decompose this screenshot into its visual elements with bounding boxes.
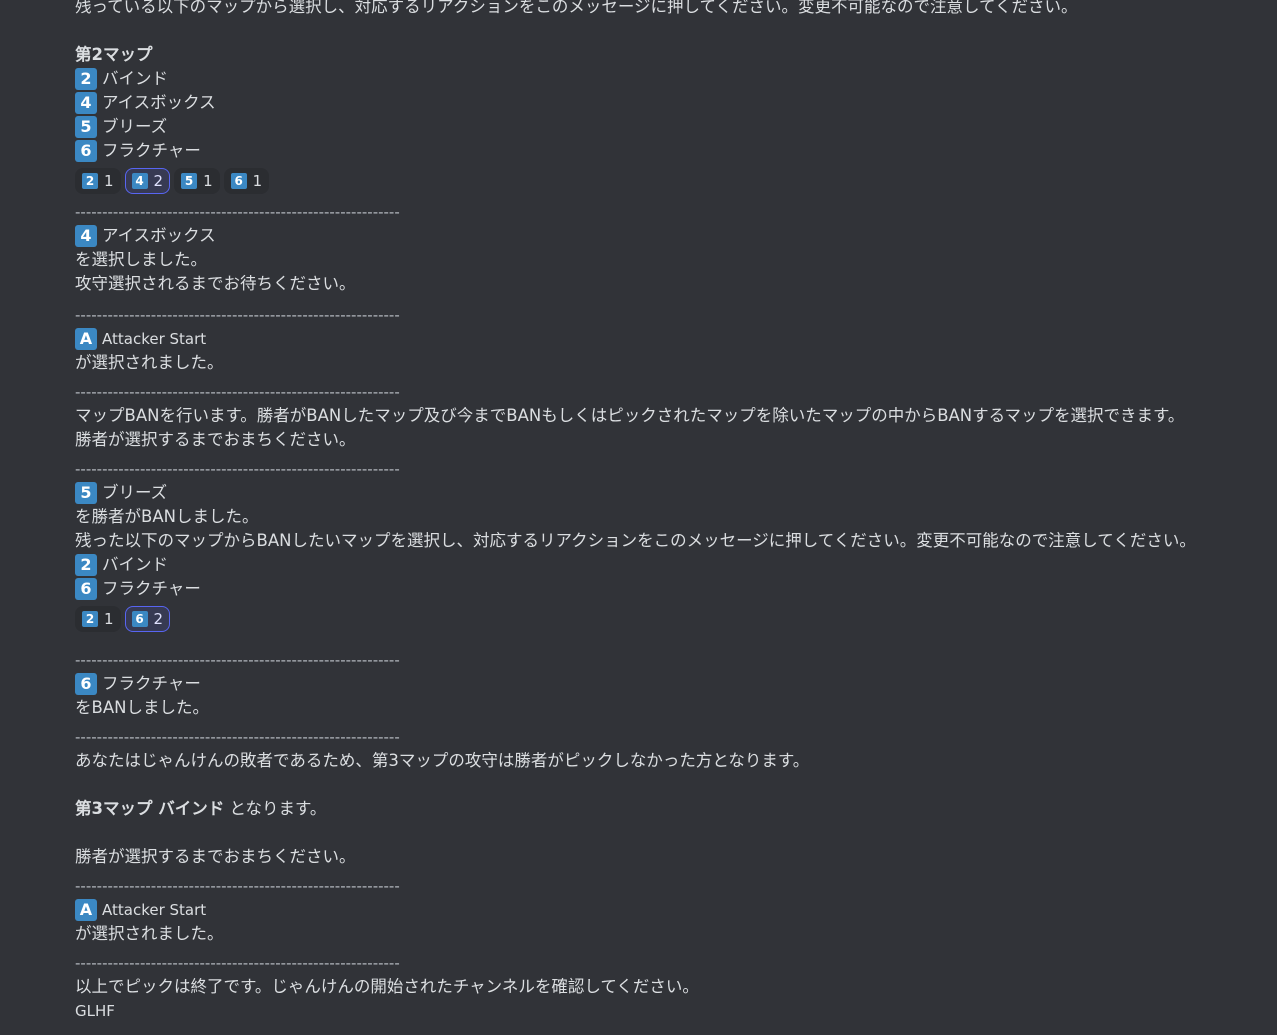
- wait-side-text: 攻守選択されるまでお待ちください。: [75, 274, 356, 293]
- keycap-6-icon: 6: [131, 611, 148, 627]
- side-selection: A Attacker Start: [75, 327, 1275, 351]
- map3-result-bold: 第3マップ バインド: [75, 799, 225, 818]
- keycap-6-icon: 6: [230, 173, 247, 189]
- side-label: Attacker Start: [102, 330, 207, 348]
- map-option-label: バインド: [102, 69, 168, 88]
- keycap-5-icon: 5: [75, 116, 97, 138]
- keycap-5-icon: 5: [181, 173, 198, 189]
- separator-line: ----------------------------------------…: [75, 202, 400, 221]
- winner-wait-text: 勝者が選択するまでおまちください。: [75, 847, 356, 866]
- reaction-count: 1: [104, 610, 114, 628]
- keycap-4-icon: 4: [75, 92, 97, 114]
- ban-option-label: バインド: [102, 555, 168, 574]
- keycap-5-icon: 5: [75, 482, 97, 504]
- ban-option: 2 バインド: [75, 553, 1275, 577]
- reactions-bar: 2 1 4 2 5 1 6 1: [75, 167, 1275, 195]
- separator-line: ----------------------------------------…: [75, 305, 400, 324]
- map3-result: 第3マップ バインド となります。: [75, 797, 1275, 821]
- reaction-keycap-2[interactable]: 2 1: [75, 168, 121, 194]
- map-option-label: フラクチャー: [102, 141, 201, 160]
- reaction-keycap-4[interactable]: 4 2: [124, 168, 171, 194]
- ban-intro-text: マップBANを行います。勝者がBANしたマップ及び今までBANもしくはピックされ…: [75, 406, 1185, 425]
- end-note-text: 以上でピックは終了です。じゃんけんの開始されたチャンネルを確認してください。: [75, 977, 699, 996]
- selected-done-text: を選択しました。: [75, 250, 207, 269]
- map-option: 4 アイスボックス: [75, 91, 1275, 115]
- ban-wait-text: 勝者が選択するまでおまちください。: [75, 430, 356, 449]
- reaction-count: 2: [153, 610, 164, 628]
- separator-line: ----------------------------------------…: [75, 876, 400, 895]
- keycap-2-icon: 2: [75, 554, 97, 576]
- loser-note-text: あなたはじゃんけんの敗者であるため、第3マップの攻守は勝者がピックしなかった方と…: [75, 751, 810, 770]
- bot-message-content: 残っている以下のマップから選択し、対応するリアクションをこのメッセージに押してく…: [75, 0, 1275, 1023]
- selected-map-label: アイスボックス: [102, 226, 216, 245]
- map-option: 2 バインド: [75, 67, 1275, 91]
- keycap-2-icon: 2: [75, 68, 97, 90]
- reactions-bar: 2 1 6 2: [75, 605, 1275, 633]
- reaction-count: 1: [203, 172, 213, 190]
- banned-map: 6 フラクチャー: [75, 672, 1275, 696]
- reaction-count: 1: [104, 172, 114, 190]
- keycap-4-icon: 4: [131, 173, 148, 189]
- banned-map-label: フラクチャー: [102, 674, 201, 693]
- ban-option: 6 フラクチャー: [75, 577, 1275, 601]
- glhf-text: GLHF: [75, 1002, 115, 1020]
- reaction-count: 1: [252, 172, 263, 190]
- keycap-6-icon: 6: [75, 140, 97, 162]
- reaction-keycap-5[interactable]: 5 1: [174, 168, 220, 194]
- keycap-6-icon: 6: [75, 673, 97, 695]
- side-done-text: が選択されました。: [75, 353, 224, 372]
- side-label: Attacker Start: [102, 901, 207, 919]
- side-selection: A Attacker Start: [75, 898, 1275, 922]
- map3-result-rest: となります。: [224, 799, 327, 818]
- map-option: 6 フラクチャー: [75, 139, 1275, 163]
- reaction-keycap-2[interactable]: 2 1: [75, 606, 121, 632]
- reaction-keycap-6[interactable]: 6 2: [124, 606, 171, 632]
- intro-text: 残っている以下のマップから選択し、対応するリアクションをこのメッセージに押してく…: [75, 0, 1078, 16]
- winner-ban-label: ブリーズ: [102, 483, 168, 502]
- map-option-label: ブリーズ: [102, 117, 168, 136]
- selected-map: 4 アイスボックス: [75, 224, 1275, 248]
- reaction-keycap-6[interactable]: 6 1: [223, 168, 270, 194]
- separator-line: ----------------------------------------…: [75, 459, 400, 478]
- keycap-2-icon: 2: [82, 611, 98, 627]
- winner-ban-map: 5 ブリーズ: [75, 481, 1275, 505]
- keycap-6-icon: 6: [75, 578, 97, 600]
- map-option-label: アイスボックス: [102, 93, 216, 112]
- keycap-4-icon: 4: [75, 225, 97, 247]
- map2-heading: 第2マップ: [75, 45, 153, 64]
- ban-option-label: フラクチャー: [102, 579, 201, 598]
- separator-line: ----------------------------------------…: [75, 650, 400, 669]
- letter-a-icon: A: [75, 328, 97, 350]
- reaction-count: 2: [153, 172, 164, 190]
- map-option: 5 ブリーズ: [75, 115, 1275, 139]
- banned-done-text: をBANしました。: [75, 698, 209, 717]
- separator-line: ----------------------------------------…: [75, 727, 400, 746]
- side-done-text: が選択されました。: [75, 924, 224, 943]
- separator-line: ----------------------------------------…: [75, 953, 400, 972]
- ban-prompt-text: 残った以下のマップからBANしたいマップを選択し、対応するリアクションをこのメッ…: [75, 531, 1196, 550]
- letter-a-icon: A: [75, 899, 97, 921]
- keycap-2-icon: 2: [82, 173, 98, 189]
- separator-line: ----------------------------------------…: [75, 382, 400, 401]
- winner-ban-done-text: を勝者がBANしました。: [75, 507, 259, 526]
